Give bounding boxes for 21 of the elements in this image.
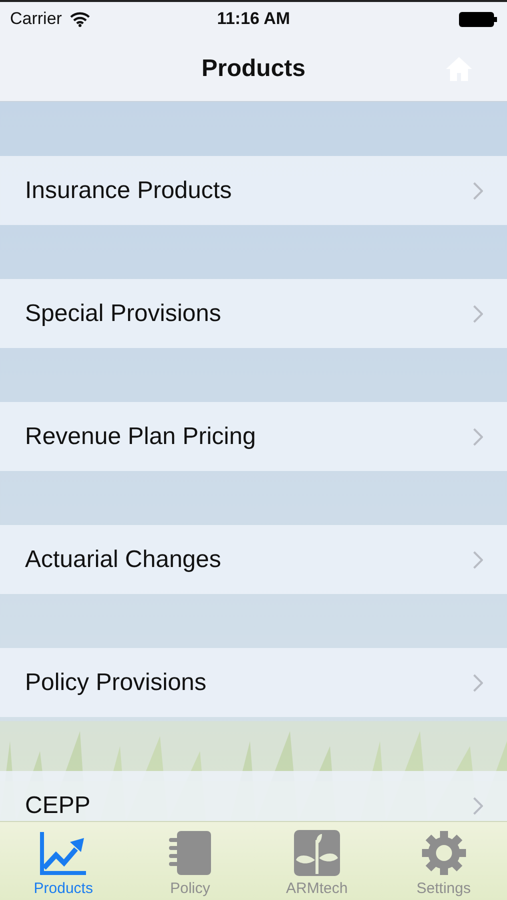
chevron-icon	[473, 674, 483, 692]
list-row[interactable]: Policy Provisions	[0, 648, 507, 717]
chevron-icon	[473, 304, 483, 322]
notebook-icon	[169, 830, 212, 876]
status-time: 11:16 AM	[216, 9, 290, 29]
list-row[interactable]: Insurance Products	[0, 156, 507, 225]
list-row[interactable]: CEPP	[0, 771, 507, 821]
list-row[interactable]: Actuarial Changes	[0, 525, 507, 594]
chevron-icon	[473, 182, 483, 200]
list-row[interactable]: Special Provisions	[0, 279, 507, 348]
battery-icon	[459, 12, 497, 26]
chevron-icon	[473, 428, 483, 446]
carrier-label: Carrier	[10, 9, 62, 29]
rising-chart-icon	[39, 830, 88, 876]
settings-icon	[420, 830, 467, 876]
list-row[interactable]: Revenue Plan Pricing	[0, 402, 507, 471]
chevron-icon	[473, 796, 483, 814]
wifi-icon	[70, 12, 90, 26]
chevron-icon	[473, 550, 483, 568]
nav-title: Products	[201, 54, 306, 82]
sprout-icon	[294, 830, 340, 876]
